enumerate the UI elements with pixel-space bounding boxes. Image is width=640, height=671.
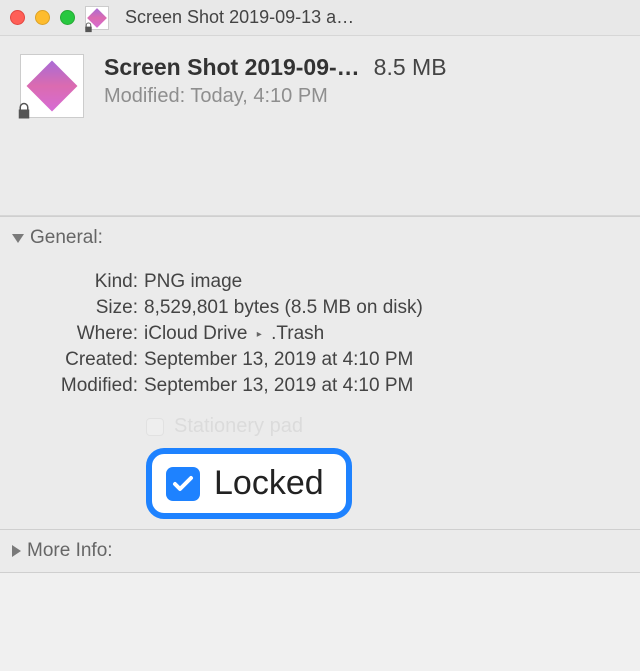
kind-label: Kind: [30,271,138,293]
stationery-checkbox[interactable] [146,418,164,436]
modified-value: Today, 4:10 PM [190,85,327,107]
where-label: Where: [30,323,138,345]
window-title: Screen Shot 2019-09-13 a… [125,7,630,28]
disclosure-triangle-open-icon [12,234,24,243]
kind-value: PNG image [144,271,242,293]
window-controls [10,10,75,25]
modified-label: Modified: [104,85,185,107]
general-detail: Kind: PNG image Size: 8,529,801 bytes (8.5… [0,259,640,529]
where-part2: .Trash [271,323,324,344]
general-title: General: [30,227,103,249]
size-value: 8,529,801 bytes (8.5 MB on disk) [144,297,423,319]
file-header-text: Screen Shot 2019-09-… 8.5 MB Modified: T… [104,54,620,197]
file-size: 8.5 MB [374,54,447,81]
locked-highlight: Locked [146,448,352,519]
where-part1: iCloud Drive [144,323,247,344]
titlebar: Screen Shot 2019-09-13 a… [0,0,640,36]
more-info-title: More Info: [27,540,113,562]
minimize-button[interactable] [35,10,50,25]
general-checkboxes: Stationery pad Locked [146,415,620,519]
locked-checkbox-row[interactable]: Locked [146,448,620,519]
lock-badge-icon [15,102,33,123]
close-button[interactable] [10,10,25,25]
file-header: Screen Shot 2019-09-… 8.5 MB Modified: T… [0,36,640,216]
created-label: Created: [30,349,138,371]
created-value: September 13, 2019 at 4:10 PM [144,349,413,371]
stationery-checkbox-row[interactable]: Stationery pad [146,415,620,438]
more-info-section: More Info: [0,529,640,573]
stationery-label: Stationery pad [174,415,303,438]
lock-badge-icon [83,22,93,32]
title-file-icon [85,6,109,30]
locked-checkbox[interactable] [166,467,200,501]
file-name: Screen Shot 2019-09-… [104,54,360,81]
zoom-button[interactable] [60,10,75,25]
where-value: iCloud Drive ▸ .Trash [144,323,324,345]
file-icon [20,54,84,118]
more-info-header[interactable]: More Info: [0,530,640,572]
general-header[interactable]: General: [0,217,640,259]
size-label: Size: [30,297,138,319]
locked-label: Locked [214,464,324,503]
path-separator-icon: ▸ [257,329,262,340]
get-info-window: Screen Shot 2019-09-13 a… Screen Shot 20… [0,0,640,671]
disclosure-triangle-closed-icon [12,545,21,557]
general-section: General: Kind: PNG image Size: 8,529,801 b… [0,216,640,529]
modified-label: Modified: [30,375,138,397]
modified-value: September 13, 2019 at 4:10 PM [144,375,413,397]
